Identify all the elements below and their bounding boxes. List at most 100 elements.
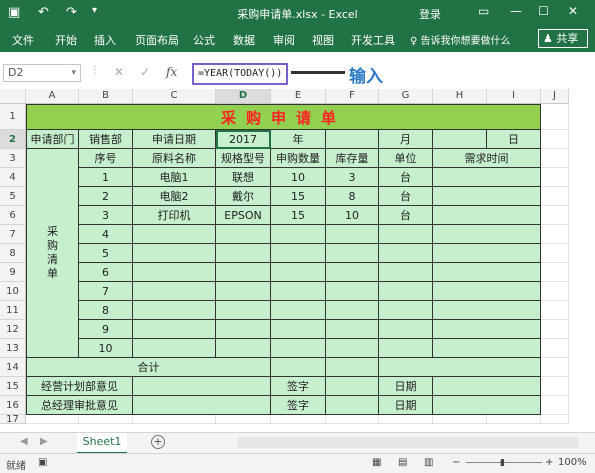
item-cell[interactable] bbox=[379, 225, 433, 244]
empty-cell[interactable] bbox=[26, 415, 79, 424]
tab-insert[interactable]: 插入 bbox=[94, 32, 116, 48]
item-cell[interactable]: 10 bbox=[326, 206, 379, 225]
item-cell[interactable] bbox=[433, 282, 541, 301]
column-header-j[interactable]: J bbox=[541, 89, 569, 104]
item-cell[interactable]: 15 bbox=[271, 187, 326, 206]
empty-cell[interactable] bbox=[541, 263, 569, 282]
gm-sign-label[interactable]: 签字 bbox=[271, 396, 326, 415]
item-cell[interactable] bbox=[379, 301, 433, 320]
item-cell[interactable] bbox=[271, 225, 326, 244]
header-cell[interactable]: 序号 bbox=[79, 149, 133, 168]
item-cell[interactable] bbox=[216, 244, 271, 263]
plan-date-value[interactable] bbox=[433, 377, 541, 396]
tab-data[interactable]: 数据 bbox=[233, 32, 255, 48]
row-header-3[interactable]: 3 bbox=[0, 149, 26, 168]
row-header-13[interactable]: 13 bbox=[0, 339, 26, 358]
column-header-e[interactable]: E bbox=[271, 89, 326, 104]
item-cell[interactable]: 1 bbox=[79, 168, 133, 187]
tab-file[interactable]: 文件 bbox=[12, 32, 34, 48]
item-cell[interactable]: 电脑1 bbox=[133, 168, 216, 187]
item-cell[interactable] bbox=[326, 225, 379, 244]
item-cell[interactable]: 5 bbox=[79, 244, 133, 263]
prev-sheet-icon[interactable]: ◀ bbox=[20, 436, 28, 447]
item-cell[interactable] bbox=[271, 339, 326, 358]
item-cell[interactable] bbox=[271, 301, 326, 320]
item-cell[interactable] bbox=[133, 320, 216, 339]
empty-cell[interactable] bbox=[379, 415, 433, 424]
empty-cell[interactable] bbox=[541, 168, 569, 187]
select-all-corner[interactable] bbox=[0, 89, 26, 104]
item-cell[interactable] bbox=[326, 244, 379, 263]
header-cell[interactable]: 申购数量 bbox=[271, 149, 326, 168]
row-header-8[interactable]: 8 bbox=[0, 244, 26, 263]
empty-cell[interactable] bbox=[433, 415, 487, 424]
item-cell[interactable] bbox=[379, 263, 433, 282]
next-sheet-icon[interactable]: ▶ bbox=[40, 436, 48, 447]
total-stock[interactable] bbox=[326, 358, 379, 377]
item-cell[interactable]: 6 bbox=[79, 263, 133, 282]
row-header-5[interactable]: 5 bbox=[0, 187, 26, 206]
item-cell[interactable]: 2 bbox=[79, 187, 133, 206]
item-cell[interactable] bbox=[433, 320, 541, 339]
page-layout-view-icon[interactable]: ▤ bbox=[398, 457, 407, 468]
item-cell[interactable]: 15 bbox=[271, 206, 326, 225]
dept-label[interactable]: 申请部门 bbox=[26, 130, 79, 149]
enter-icon[interactable]: ✓ bbox=[140, 65, 150, 79]
tab-home[interactable]: 开始 bbox=[55, 32, 77, 48]
close-icon[interactable]: ✕ bbox=[568, 4, 578, 18]
row-header-1[interactable]: 1 bbox=[0, 104, 26, 130]
column-header-i[interactable]: I bbox=[487, 89, 541, 104]
empty-cell[interactable] bbox=[541, 415, 569, 424]
form-title[interactable]: 采购申请单 bbox=[26, 104, 541, 130]
plan-opinion-value[interactable] bbox=[133, 377, 271, 396]
share-button[interactable]: ♟ 共享 bbox=[538, 29, 588, 48]
minimize-icon[interactable]: — bbox=[510, 4, 522, 18]
month-value[interactable] bbox=[326, 130, 379, 149]
empty-cell[interactable] bbox=[541, 358, 569, 377]
item-cell[interactable]: 戴尔 bbox=[216, 187, 271, 206]
empty-cell[interactable] bbox=[541, 282, 569, 301]
tab-view[interactable]: 视图 bbox=[312, 32, 334, 48]
empty-cell[interactable] bbox=[487, 415, 541, 424]
empty-cell[interactable] bbox=[541, 339, 569, 358]
total-blank[interactable] bbox=[379, 358, 541, 377]
gm-sign-value[interactable] bbox=[326, 396, 379, 415]
item-cell[interactable] bbox=[326, 263, 379, 282]
zoom-level[interactable]: 100% bbox=[558, 457, 587, 468]
empty-cell[interactable] bbox=[541, 187, 569, 206]
item-cell[interactable]: 4 bbox=[79, 225, 133, 244]
ribbon-display-icon[interactable]: ▭ bbox=[478, 4, 489, 18]
row-header-17[interactable]: 17 bbox=[0, 415, 26, 425]
empty-cell[interactable] bbox=[133, 415, 216, 424]
sheet-tab[interactable]: Sheet1 bbox=[77, 433, 127, 454]
zoom-out-icon[interactable]: − bbox=[452, 457, 460, 468]
horizontal-scrollbar[interactable] bbox=[238, 437, 578, 448]
item-cell[interactable]: 9 bbox=[79, 320, 133, 339]
row-header-12[interactable]: 12 bbox=[0, 320, 26, 339]
item-cell[interactable]: 10 bbox=[79, 339, 133, 358]
item-cell[interactable]: 联想 bbox=[216, 168, 271, 187]
tab-page-layout[interactable]: 页面布局 bbox=[135, 32, 179, 48]
item-cell[interactable] bbox=[326, 282, 379, 301]
item-cell[interactable]: 台 bbox=[379, 187, 433, 206]
purchase-list-label[interactable]: 采购清单 bbox=[26, 149, 79, 358]
chevron-down-icon[interactable]: ▾ bbox=[71, 65, 76, 81]
tell-me-search[interactable]: ♀ 告诉我你想要做什么 bbox=[410, 32, 511, 47]
empty-cell[interactable] bbox=[541, 149, 569, 168]
page-break-view-icon[interactable]: ▥ bbox=[424, 457, 433, 468]
plan-date-label[interactable]: 日期 bbox=[379, 377, 433, 396]
empty-cell[interactable] bbox=[326, 415, 379, 424]
plan-sign-value[interactable] bbox=[326, 377, 379, 396]
formula-input[interactable]: =YEAR(TODAY()) bbox=[192, 63, 288, 85]
item-cell[interactable]: 电脑2 bbox=[133, 187, 216, 206]
name-box[interactable]: D2 ▾ bbox=[3, 64, 81, 82]
empty-cell[interactable] bbox=[216, 415, 271, 424]
item-cell[interactable] bbox=[216, 263, 271, 282]
row-header-9[interactable]: 9 bbox=[0, 263, 26, 282]
item-cell[interactable]: 台 bbox=[379, 206, 433, 225]
gm-date-value[interactable] bbox=[433, 396, 541, 415]
tab-formulas[interactable]: 公式 bbox=[193, 32, 215, 48]
item-cell[interactable] bbox=[133, 244, 216, 263]
macro-record-icon[interactable]: ▣ bbox=[38, 457, 47, 468]
item-cell[interactable] bbox=[379, 339, 433, 358]
